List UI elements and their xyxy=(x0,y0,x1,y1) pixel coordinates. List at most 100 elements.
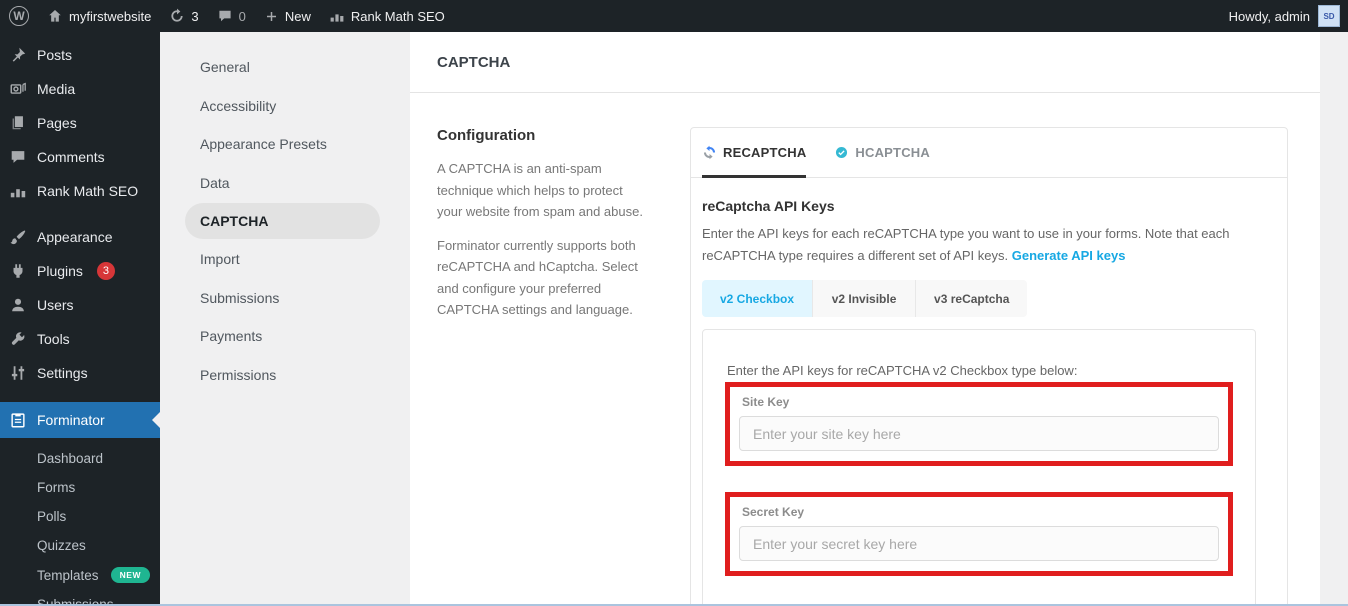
updates-menu[interactable]: 3 xyxy=(160,0,207,32)
recaptcha-panel: reCaptcha API Keys Enter the API keys fo… xyxy=(691,178,1287,606)
recaptcha-icon xyxy=(702,145,717,160)
settings-nav-general[interactable]: General xyxy=(160,48,410,87)
plugins-update-badge: 3 xyxy=(96,262,115,280)
sidebar-item-posts[interactable]: Posts xyxy=(0,38,160,72)
settings-nav-accessibility[interactable]: Accessibility xyxy=(160,87,410,126)
rank-math-seo-icon xyxy=(9,182,27,200)
howdy-text: Howdy, admin xyxy=(1228,8,1310,24)
captcha-settings-card: RECAPTCHA HCAPTCHA reCaptcha API Keys En… xyxy=(690,127,1288,606)
settings-nav-submissions[interactable]: Submissions xyxy=(160,279,410,318)
pages-icon xyxy=(9,114,27,132)
admin-bar-left: W myfirstwebsite 3 0 New Rank Math SEO xyxy=(0,0,454,32)
menu-separator xyxy=(0,390,160,402)
menu-separator xyxy=(0,208,160,220)
generate-api-keys-link[interactable]: Generate API keys xyxy=(1012,248,1126,263)
sidebar-item-tools[interactable]: Tools xyxy=(0,322,160,356)
new-label: New xyxy=(284,8,311,24)
sidebar-item-settings[interactable]: Settings xyxy=(0,356,160,390)
wordpress-logo-icon: W xyxy=(9,6,29,26)
submenu-item-polls[interactable]: Polls xyxy=(0,502,160,531)
settings-nav-permissions[interactable]: Permissions xyxy=(160,356,410,395)
new-content-menu[interactable]: New xyxy=(255,0,320,32)
site-key-highlight-box: Site Key xyxy=(725,382,1233,466)
sidebar-item-label: Media xyxy=(37,81,76,97)
configuration-title: Configuration xyxy=(437,127,536,144)
admin-sidebar: Posts Media Pages Comments Rank Math SEO… xyxy=(0,32,160,606)
sidebar-item-label: Comments xyxy=(37,149,105,165)
main-header: CAPTCHA xyxy=(410,32,1320,93)
hcaptcha-icon xyxy=(834,145,849,160)
secret-key-input[interactable] xyxy=(739,526,1219,561)
sidebar-item-label: Forminator xyxy=(37,412,105,428)
wrench-icon xyxy=(9,330,27,348)
comment-bubble-icon xyxy=(217,8,233,24)
comments-menu[interactable]: 0 xyxy=(208,0,255,32)
settings-nav-captcha[interactable]: CAPTCHA xyxy=(185,203,380,239)
plugin-icon xyxy=(9,262,27,280)
sidebar-item-forminator[interactable]: Forminator xyxy=(0,402,160,438)
sidebar-item-rank-math-seo[interactable]: Rank Math SEO xyxy=(0,174,160,208)
submenu-item-label: Quizzes xyxy=(37,538,86,553)
forminator-submenu: Dashboard Forms Polls Quizzes Templates … xyxy=(0,438,160,606)
submenu-item-dashboard[interactable]: Dashboard xyxy=(0,444,160,473)
media-icon xyxy=(9,80,27,98)
page-title: CAPTCHA xyxy=(437,53,511,71)
sidebar-item-label: Pages xyxy=(37,115,77,131)
subtab-v2-checkbox[interactable]: v2 Checkbox xyxy=(702,280,814,317)
update-count: 3 xyxy=(191,8,199,24)
account-menu[interactable]: Howdy, admin SD xyxy=(1229,0,1348,32)
user-icon xyxy=(9,296,27,314)
secret-key-highlight-box: Secret Key xyxy=(725,492,1233,576)
configuration-column: Configuration A CAPTCHA is an anti-spam … xyxy=(437,127,690,606)
v2-checkbox-panel: Enter the API keys for reCAPTCHA v2 Chec… xyxy=(702,329,1256,606)
wordpress-logo-menu[interactable]: W xyxy=(0,0,38,32)
tab-recaptcha[interactable]: RECAPTCHA xyxy=(702,128,807,178)
right-gutter xyxy=(1320,32,1348,606)
sidebar-item-label: Settings xyxy=(37,365,88,381)
configuration-paragraph-1: A CAPTCHA is an anti-spam technique whic… xyxy=(437,161,643,219)
main-body: Configuration A CAPTCHA is an anti-spam … xyxy=(410,93,1320,606)
captcha-provider-tabs: RECAPTCHA HCAPTCHA xyxy=(691,128,1287,178)
api-keys-description-text: Enter the API keys for each reCAPTCHA ty… xyxy=(702,226,1230,263)
settings-nav-appearance-presets[interactable]: Appearance Presets xyxy=(160,125,410,164)
site-key-input[interactable] xyxy=(739,416,1219,451)
rank-math-icon xyxy=(329,8,345,24)
sidebar-item-label: Posts xyxy=(37,47,73,63)
submenu-item-label: Forms xyxy=(37,480,76,495)
sidebar-item-comments[interactable]: Comments xyxy=(0,140,160,174)
settings-nav-data[interactable]: Data xyxy=(160,164,410,203)
sidebar-item-pages[interactable]: Pages xyxy=(0,106,160,140)
site-key-label: Site Key xyxy=(742,395,790,409)
submenu-item-label: Polls xyxy=(37,509,67,524)
settings-nav-import[interactable]: Import xyxy=(160,240,410,279)
subtab-v2-invisible[interactable]: v2 Invisible xyxy=(813,280,917,317)
plus-icon xyxy=(264,9,279,24)
new-badge: NEW xyxy=(110,567,150,583)
tab-label: HCAPTCHA xyxy=(855,145,930,160)
api-keys-description: Enter the API keys for each reCAPTCHA ty… xyxy=(702,223,1267,267)
submenu-item-label: Dashboard xyxy=(37,451,104,466)
subtab-v3-recaptcha[interactable]: v3 reCaptcha xyxy=(916,280,1028,317)
submenu-item-forms[interactable]: Forms xyxy=(0,473,160,502)
v2-checkbox-intro: Enter the API keys for reCAPTCHA v2 Chec… xyxy=(727,363,1078,378)
rank-math-label: Rank Math SEO xyxy=(350,8,445,24)
settings-nav-payments[interactable]: Payments xyxy=(160,317,410,356)
sidebar-item-plugins[interactable]: Plugins 3 xyxy=(0,254,160,288)
rank-math-topbar-menu[interactable]: Rank Math SEO xyxy=(320,0,454,32)
sidebar-item-media[interactable]: Media xyxy=(0,72,160,106)
comments-icon xyxy=(9,148,27,166)
submenu-item-templates[interactable]: Templates NEW xyxy=(0,560,160,590)
updates-icon xyxy=(169,8,185,24)
forminator-settings-nav: General Accessibility Appearance Presets… xyxy=(160,32,410,606)
sidebar-item-label: Users xyxy=(37,297,74,313)
sidebar-item-appearance[interactable]: Appearance xyxy=(0,220,160,254)
submenu-item-quizzes[interactable]: Quizzes xyxy=(0,531,160,560)
tab-hcaptcha[interactable]: HCAPTCHA xyxy=(834,128,930,177)
sidebar-item-users[interactable]: Users xyxy=(0,288,160,322)
sidebar-item-label: Plugins xyxy=(37,263,83,279)
sidebar-item-label: Tools xyxy=(37,331,70,347)
site-name: myfirstwebsite xyxy=(69,8,152,24)
tab-label: RECAPTCHA xyxy=(723,145,807,160)
paintbrush-icon xyxy=(9,228,27,246)
site-menu[interactable]: myfirstwebsite xyxy=(38,0,160,32)
